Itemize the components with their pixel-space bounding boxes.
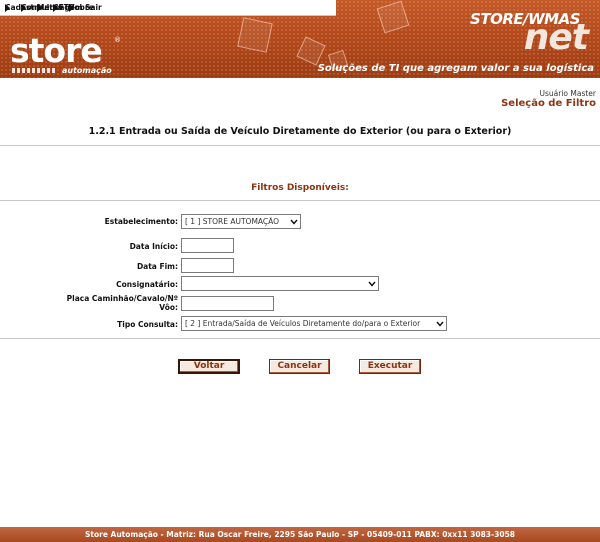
placa-label: Placa Caminhão/Cavalo/Nº Vôo: [67, 294, 178, 312]
filters-title: Filtros Disponíveis: [251, 183, 349, 193]
page-subtitle: Seleção de Filtro [501, 98, 596, 109]
select-value: [ 2 ] Entrada/Saída de Veículos Diretame… [185, 319, 421, 328]
top-menu-bar: Cadastro Consultas Mensagem CFTV Sobre S… [0, 0, 336, 16]
chevron-down-icon [434, 317, 446, 330]
header-banner: Cadastro Consultas Mensagem CFTV Sobre S… [0, 0, 600, 78]
divider [0, 145, 600, 146]
tipo-consulta-select[interactable]: [ 2 ] Entrada/Saída de Veículos Diretame… [181, 316, 447, 331]
brand-net-logo: net [523, 17, 589, 58]
divider [0, 338, 600, 339]
tipo-consulta-label: Tipo Consulta: [117, 320, 178, 329]
store-logo: store [10, 31, 103, 70]
data-inicio-label: Data Início: [129, 242, 178, 251]
estabelecimento-select[interactable]: [ 1 ] STORE AUTOMAÇÃO [181, 214, 301, 229]
decorative-cube [237, 17, 273, 53]
chevron-down-icon [288, 215, 300, 228]
consignatario-select[interactable] [181, 276, 379, 291]
voltar-button[interactable]: Voltar [178, 359, 240, 374]
logo-subtitle: automação [62, 66, 112, 75]
placa-input[interactable] [181, 296, 274, 311]
footer-address: Store Automação - Matriz: Rua Oscar Frei… [0, 527, 600, 542]
header-tagline: Soluções de TI que agregam valor a sua l… [317, 63, 594, 74]
data-inicio-input[interactable] [181, 238, 234, 253]
registered-mark-icon: ® [114, 36, 121, 44]
user-label: Usuário Master [539, 89, 597, 98]
select-value: [ 1 ] STORE AUTOMAÇÃO [185, 217, 280, 226]
page-title: 1.2.1 Entrada ou Saída de Veículo Direta… [88, 126, 512, 137]
consignatario-label: Consignatário: [116, 280, 178, 289]
menu-label: Sair [85, 3, 102, 12]
cancelar-button[interactable]: Cancelar [269, 359, 330, 374]
data-fim-input[interactable] [181, 258, 234, 273]
placa-label-line2: Vôo: [159, 303, 178, 312]
logo-stripes [12, 68, 56, 73]
data-fim-label: Data Fim: [136, 262, 178, 271]
estabelecimento-label: Estabelecimento: [104, 217, 178, 226]
executar-button[interactable]: Executar [359, 359, 421, 374]
chevron-down-icon [366, 277, 378, 290]
placa-label-line1: Placa Caminhão/Cavalo/Nº [66, 294, 178, 303]
divider [0, 200, 600, 201]
menu-item-cadastro[interactable]: Cadastro [0, 0, 43, 16]
